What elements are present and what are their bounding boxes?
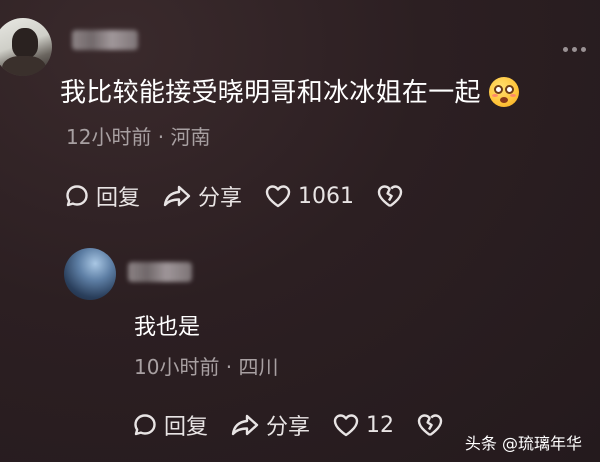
heart-icon: [265, 185, 291, 208]
comment-text: 我比较能接受晓明哥和冰冰姐在一起: [60, 72, 519, 109]
broken-heart-icon: [417, 414, 443, 437]
comment-body: 我比较能接受晓明哥和冰冰姐在一起: [60, 78, 481, 108]
share-arrow-icon: [163, 185, 191, 207]
dislike-button[interactable]: [376, 183, 404, 209]
commenter-name-blurred[interactable]: [72, 30, 138, 50]
like-count: 1061: [298, 183, 355, 209]
share-label: 分享: [198, 186, 243, 211]
like-button[interactable]: 1061: [264, 183, 354, 209]
reply-share-button[interactable]: 分享: [230, 409, 310, 441]
replier-avatar[interactable]: [64, 248, 116, 300]
speech-bubble-icon: [134, 414, 156, 436]
reply-action-row: 回复 分享 12: [132, 409, 444, 441]
reply-label: 回复: [96, 186, 141, 211]
commenter-avatar[interactable]: [0, 18, 52, 76]
reply-like-button[interactable]: 12: [332, 412, 394, 438]
reply-dislike-button[interactable]: [416, 412, 444, 438]
comment-meta: 12小时前 · 河南: [66, 125, 211, 149]
reply-share-label: 分享: [266, 415, 311, 440]
share-button[interactable]: 分享: [162, 180, 242, 212]
speech-bubble-icon: [66, 185, 88, 207]
reply-reply-button[interactable]: 回复: [132, 409, 208, 441]
broken-heart-icon: [377, 185, 403, 208]
reply-meta: 10小时前 · 四川: [134, 355, 279, 379]
reply-reply-label: 回复: [164, 415, 209, 440]
heart-icon: [333, 414, 359, 437]
watermark: 头条 @琉璃年华: [464, 434, 582, 453]
replier-name-blurred[interactable]: [128, 262, 192, 282]
share-arrow-icon: [231, 414, 259, 436]
flushed-smile-emoji-icon: [488, 76, 519, 107]
reply-like-count: 12: [366, 412, 395, 438]
more-dots-icon[interactable]: [563, 47, 586, 52]
reply-button[interactable]: 回复: [64, 180, 140, 212]
comment-action-row: 回复 分享 1061: [64, 180, 404, 212]
reply-text: 我也是: [134, 315, 201, 340]
